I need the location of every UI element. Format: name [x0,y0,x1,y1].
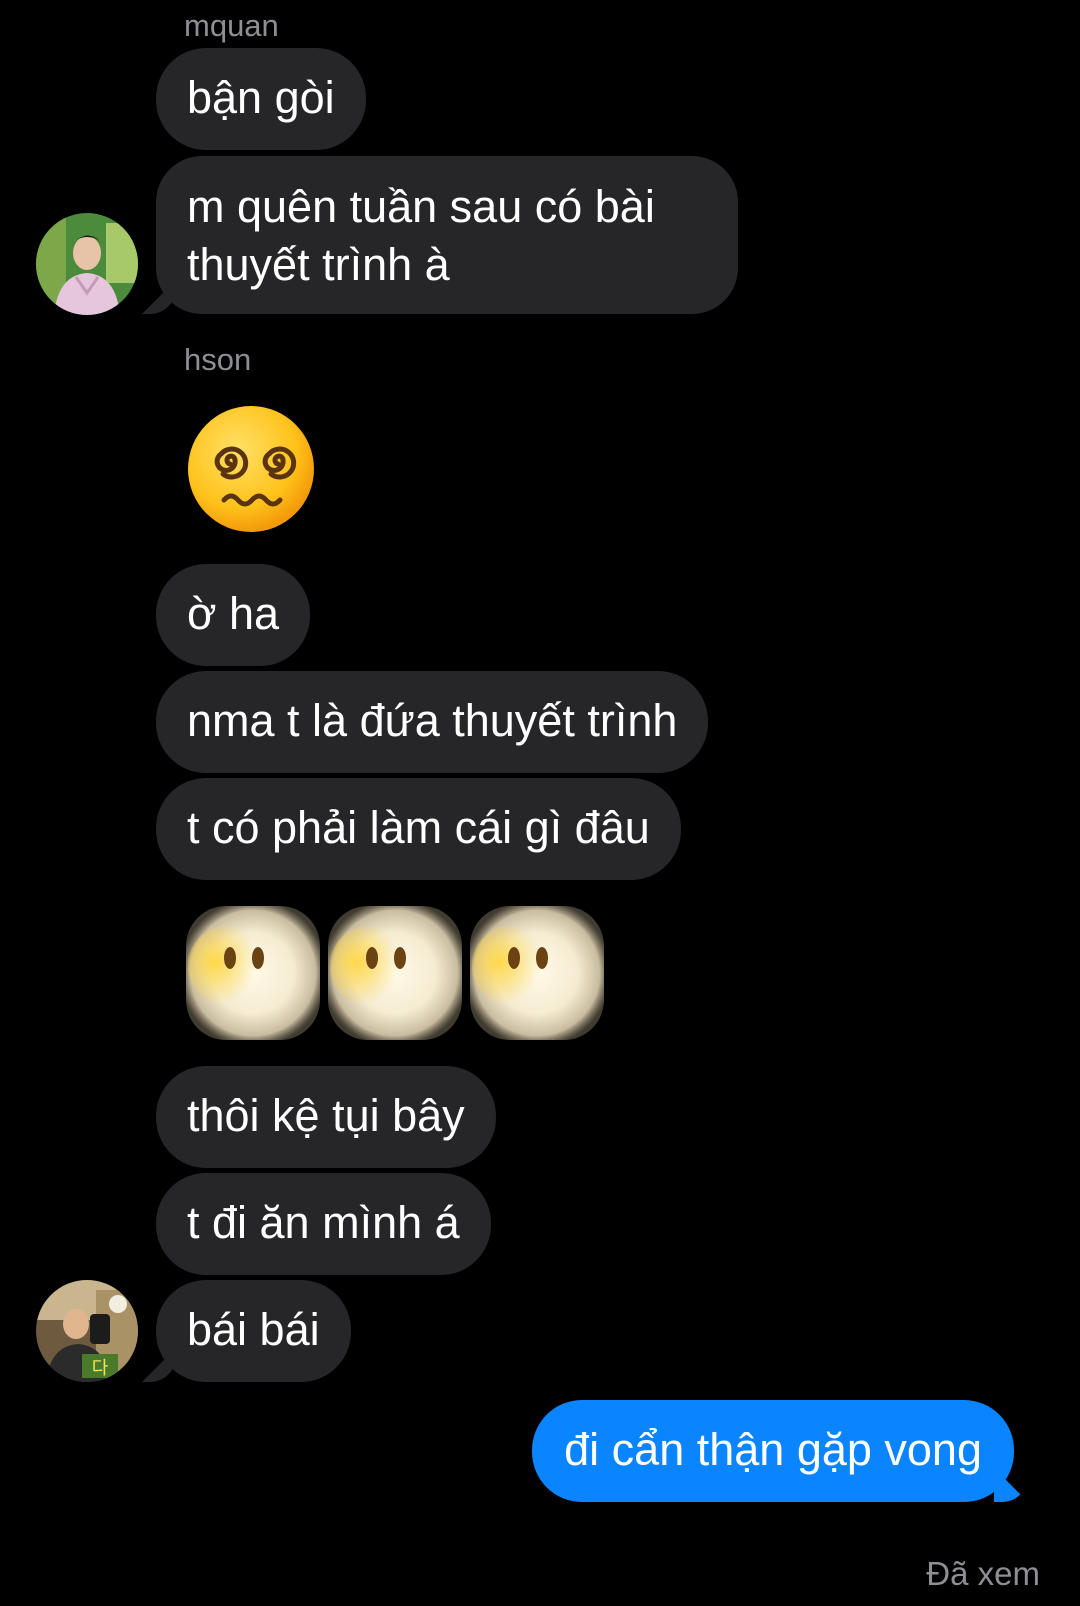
message-bubble[interactable]: t đi ăn mình á [156,1173,491,1275]
message-text: ờ ha [187,588,280,639]
face-in-clouds-icon [186,906,320,1040]
message-bubble[interactable]: ờ ha [156,564,311,666]
message-text: t đi ăn mình á [187,1197,460,1248]
message-bubble[interactable]: m quên tuần sau có bài thuyết trình à [156,156,738,314]
svg-text:다: 다 [92,1358,109,1379]
message-bubble[interactable]: thôi kệ tụi bây [156,1066,496,1168]
message-text: nma t là đứa thuyết trình [187,695,678,746]
message-text: thôi kệ tụi bây [187,1090,465,1141]
avatar-mquan[interactable] [36,213,138,315]
message-bubble[interactable]: bái bái [156,1280,351,1382]
avatar-hson[interactable]: 다 [36,1280,138,1382]
message-text: m quên tuần sau có bài thuyết trình à [187,181,655,290]
message-text: đi cẩn thận gặp vong [564,1424,982,1475]
message-bubble[interactable]: nma t là đứa thuyết trình [156,671,709,773]
spiral-eyes-emoji-icon [186,404,316,534]
message-text: bận gòi [187,72,335,123]
outgoing-message-bubble[interactable]: đi cẩn thận gặp vong [532,1400,1014,1502]
message-text: t có phải làm cái gì đâu [187,802,650,853]
read-receipt: Đã xem [926,1555,1040,1592]
face-in-clouds-icon [328,906,462,1040]
face-in-clouds-icon [470,906,604,1040]
avatar-photo-icon [36,213,138,315]
sender-name-mquan: mquan [184,8,279,43]
message-bubble[interactable]: t có phải làm cái gì đâu [156,778,681,880]
message-text: bái bái [187,1304,320,1355]
face-in-clouds-emoji-group [186,906,606,1042]
message-bubble[interactable]: bận gòi [156,48,366,150]
avatar-photo-icon: 다 [36,1280,138,1382]
sender-name-hson: hson [184,342,252,377]
